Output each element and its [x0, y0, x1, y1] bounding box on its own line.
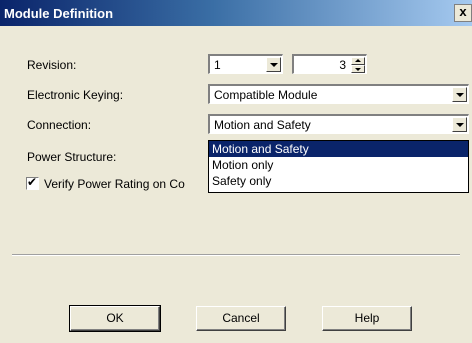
connection-dropdown-list: Motion and Safety Motion only Safety onl… — [208, 140, 469, 193]
title-bar: Module Definition x — [0, 0, 472, 26]
dialog-body: Revision: 1 3 Electronic Keying: Compati… — [0, 26, 472, 343]
revision-minor-spinner[interactable]: 3 — [292, 54, 367, 74]
window-title: Module Definition — [4, 6, 114, 21]
electronic-keying-value: Compatible Module — [214, 88, 318, 102]
spin-up-icon[interactable] — [351, 57, 365, 65]
ok-button[interactable]: OK — [69, 305, 161, 332]
revision-major-select[interactable]: 1 — [208, 54, 283, 74]
revision-minor-value: 3 — [339, 58, 346, 72]
connection-select[interactable]: Motion and Safety — [208, 114, 469, 134]
chevron-down-icon[interactable] — [266, 57, 281, 72]
close-icon: x — [459, 4, 467, 19]
dropdown-option-safety-only[interactable]: Safety only — [209, 173, 468, 189]
close-button[interactable]: x — [454, 4, 472, 22]
verify-power-rating-checkbox[interactable] — [26, 175, 39, 190]
spin-down-icon[interactable] — [351, 65, 365, 73]
electronic-keying-label: Electronic Keying: — [27, 88, 124, 102]
separator — [12, 254, 460, 256]
connection-label: Connection: — [27, 118, 92, 132]
revision-label: Revision: — [27, 58, 77, 72]
help-button[interactable]: Help — [322, 306, 412, 331]
chevron-down-icon[interactable] — [452, 117, 467, 132]
power-structure-label: Power Structure: — [27, 150, 117, 164]
connection-value: Motion and Safety — [214, 118, 311, 132]
revision-major-value: 1 — [214, 58, 221, 72]
dropdown-option-motion-only[interactable]: Motion only — [209, 157, 468, 173]
cancel-button[interactable]: Cancel — [196, 306, 286, 331]
chevron-down-icon[interactable] — [452, 87, 467, 102]
electronic-keying-select[interactable]: Compatible Module — [208, 84, 469, 104]
dropdown-option-motion-and-safety[interactable]: Motion and Safety — [209, 141, 468, 157]
verify-power-rating-label: Verify Power Rating on Co — [44, 177, 185, 191]
